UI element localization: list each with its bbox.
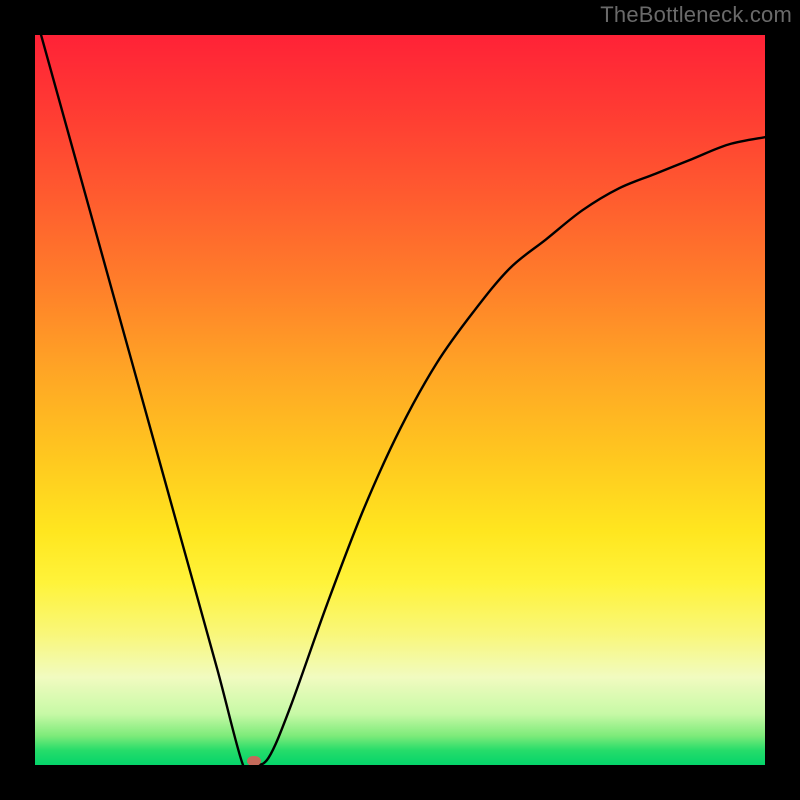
chart-frame: TheBottleneck.com [0, 0, 800, 800]
curve-svg [35, 35, 765, 765]
plot-area [35, 35, 765, 765]
minimum-marker [247, 756, 261, 765]
bottleneck-curve [35, 35, 765, 765]
watermark-text: TheBottleneck.com [600, 2, 792, 28]
